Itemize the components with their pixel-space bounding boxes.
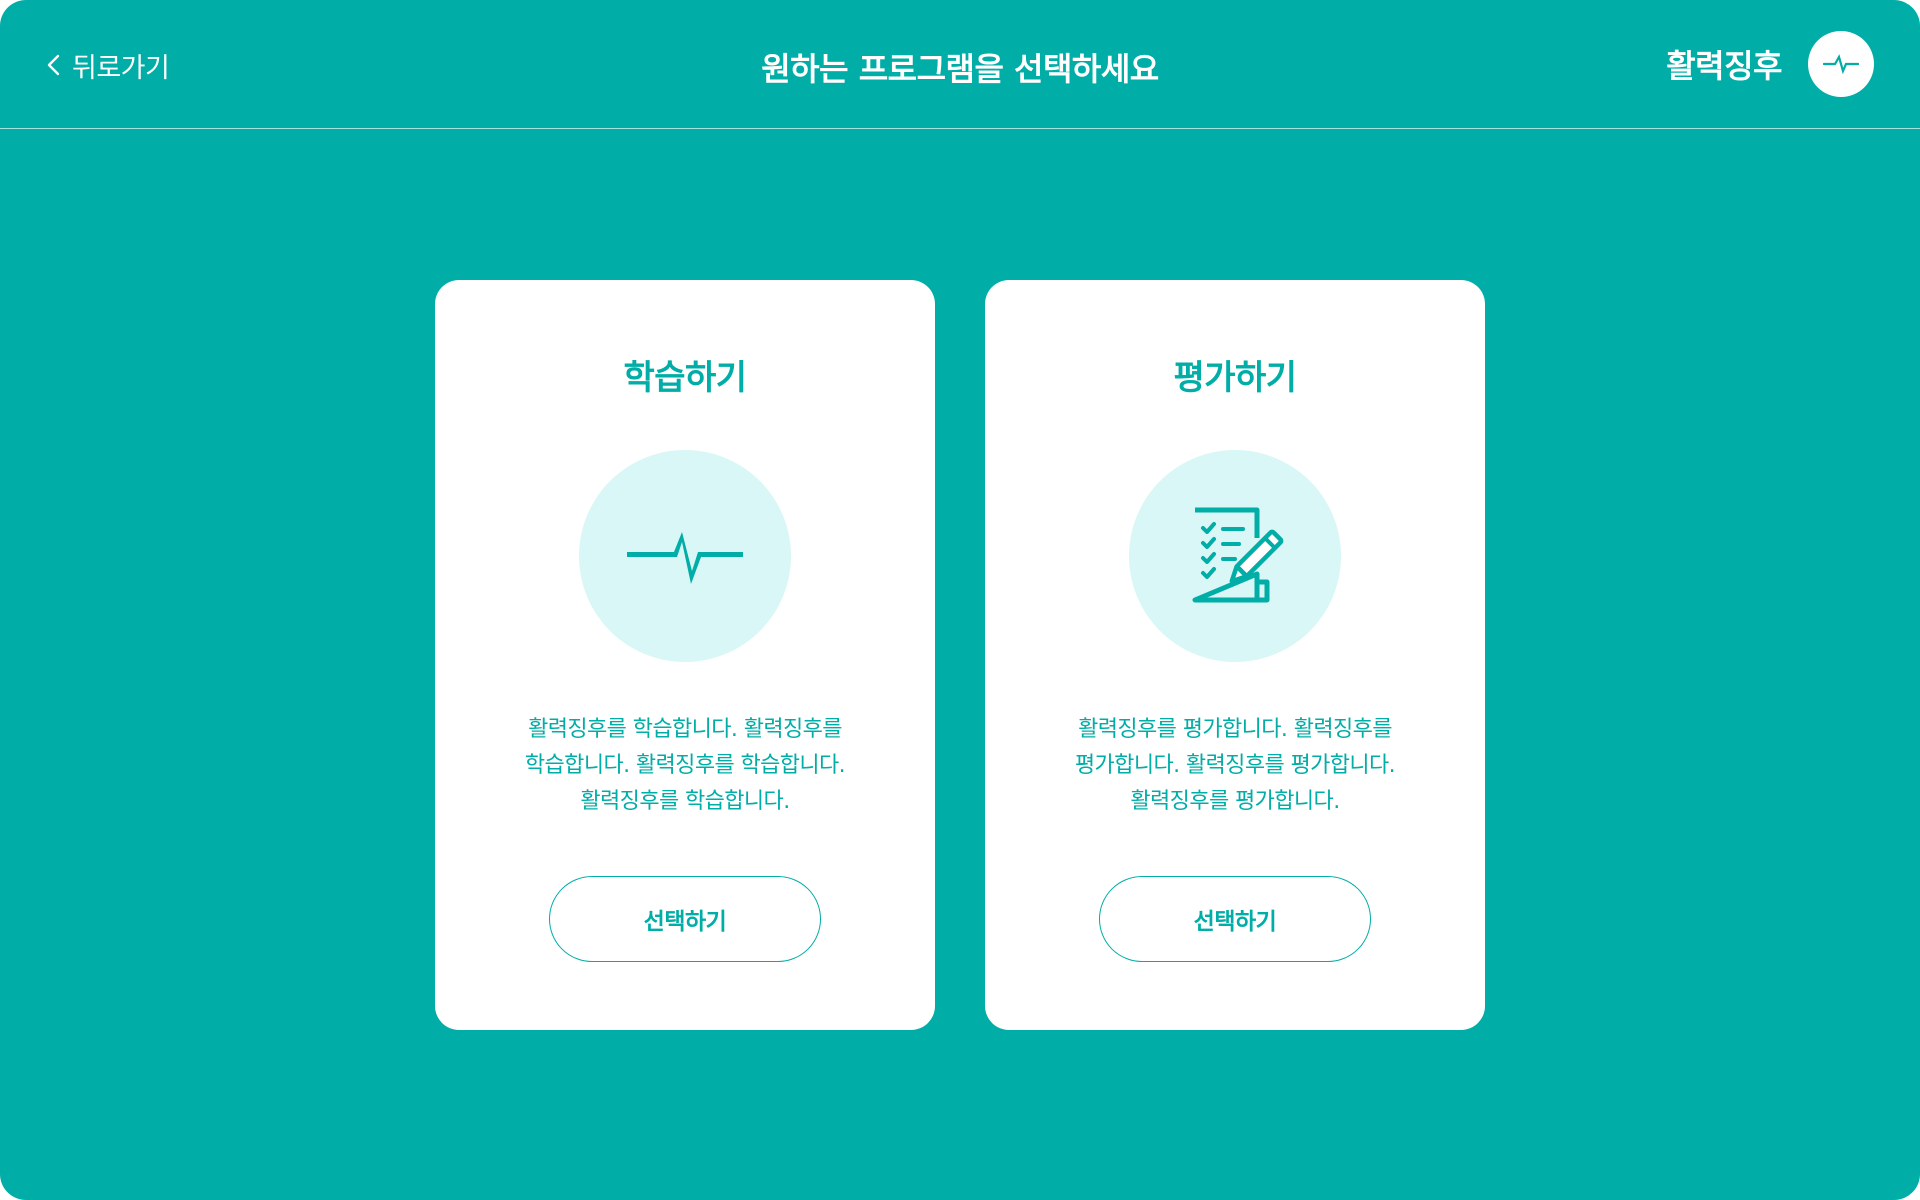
program-indicator: 활력징후 <box>1666 31 1874 97</box>
evaluate-card[interactable]: 평가하기 활력징후를 평가합니다. 활력징후를 평가합니다. 활력징후를 평가합… <box>985 280 1485 1030</box>
program-name: 활력징후 <box>1666 47 1782 85</box>
card-title: 학습하기 <box>623 358 747 398</box>
card-icon-circle <box>579 450 791 662</box>
description-line: 활력징후를 학습합니다. <box>580 789 790 814</box>
card-description: 활력징후를 학습합니다. 활력징후를 학습합니다. 활력징후를 학습합니다. 활… <box>495 712 875 820</box>
program-badge <box>1808 31 1874 97</box>
app-screen: 뒤로가기 원하는 프로그램을 선택하세요 활력징후 학습하기 활력징후를 학습합… <box>0 0 1920 1200</box>
heartbeat-icon <box>627 532 743 584</box>
checklist-pencil-icon <box>1192 507 1284 603</box>
select-learn-button[interactable]: 선택하기 <box>549 876 821 962</box>
header-bar: 뒤로가기 원하는 프로그램을 선택하세요 활력징후 <box>0 0 1920 129</box>
card-title: 평가하기 <box>1173 358 1297 398</box>
description-line: 학습합니다. 활력징후를 학습합니다. <box>524 753 846 778</box>
description-line: 활력징후를 학습합니다. 활력징후를 <box>528 717 842 742</box>
learn-card[interactable]: 학습하기 활력징후를 학습합니다. 활력징후를 학습합니다. 활력징후를 학습합… <box>435 280 935 1030</box>
card-icon-circle <box>1129 450 1341 662</box>
description-line: 활력징후를 평가합니다. <box>1130 789 1340 814</box>
description-line: 평가합니다. 활력징후를 평가합니다. <box>1074 753 1396 778</box>
description-line: 활력징후를 평가합니다. 활력징후를 <box>1078 717 1392 742</box>
heartbeat-icon <box>1823 54 1859 74</box>
select-evaluate-button[interactable]: 선택하기 <box>1099 876 1371 962</box>
card-description: 활력징후를 평가합니다. 활력징후를 평가합니다. 활력징후를 평가합니다. 활… <box>1045 712 1425 820</box>
page-title: 원하는 프로그램을 선택하세요 <box>761 50 1159 88</box>
